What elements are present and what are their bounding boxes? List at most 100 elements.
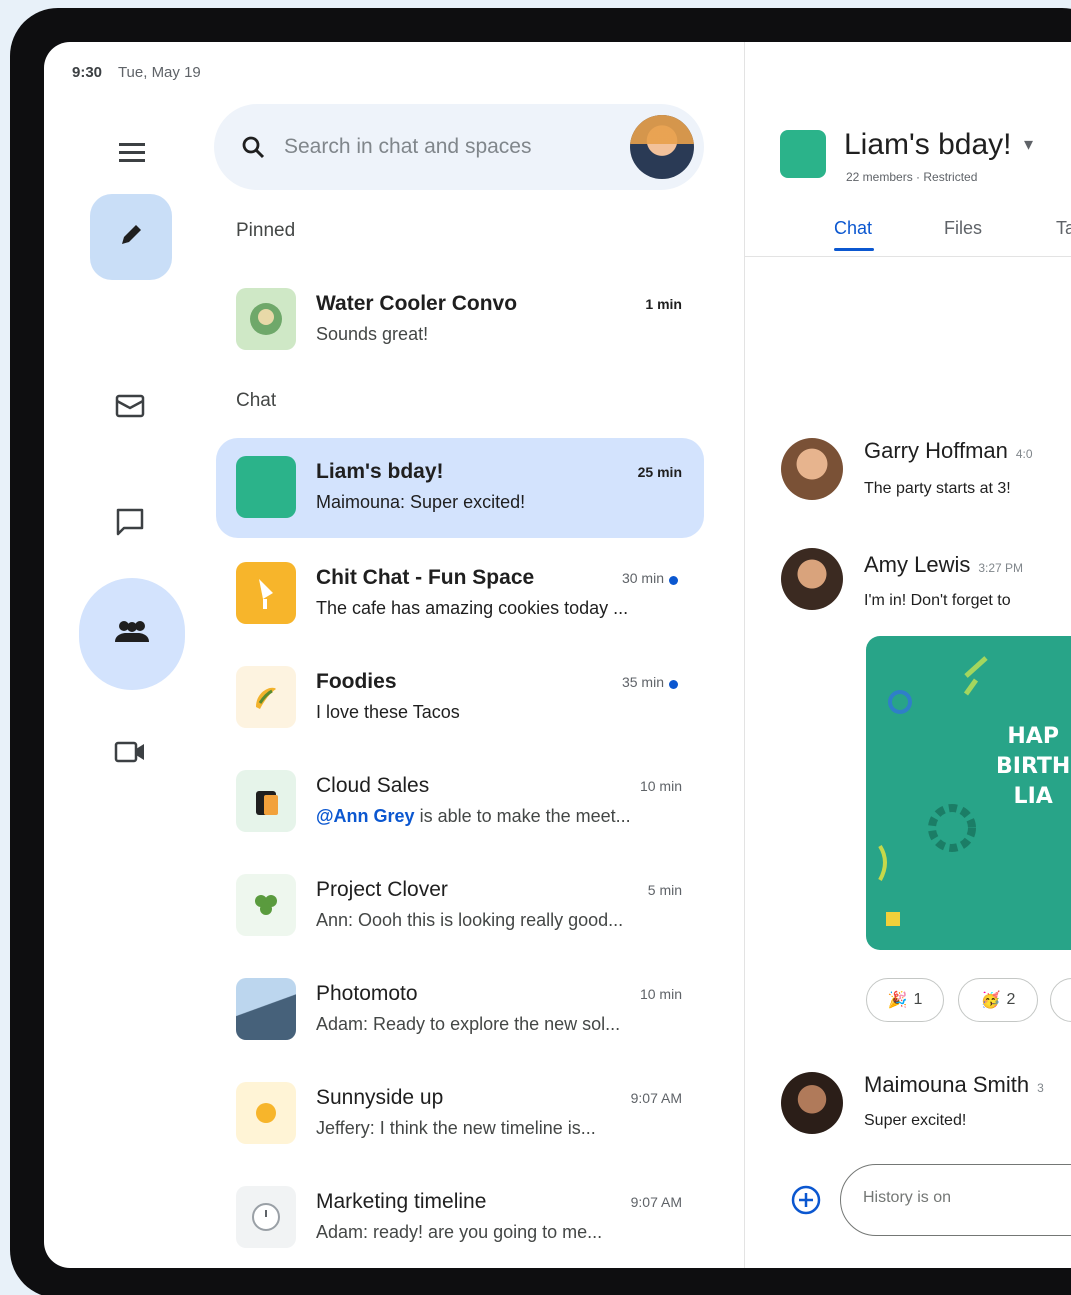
conversation-time: 35 min: [621, 674, 664, 690]
message-text: The party starts at 3!: [864, 480, 1011, 497]
conversation-time: 10 min: [639, 986, 682, 1002]
unread-dot: [669, 576, 678, 585]
conversation-title: Sunnyside up: [316, 1086, 444, 1109]
reaction-chip[interactable]: 🎉 1: [866, 978, 944, 1022]
conversation-item-marketing-timeline[interactable]: Marketing timeline 9:07 AM Adam: ready! …: [216, 1168, 704, 1268]
message-input[interactable]: [863, 1189, 1071, 1207]
reaction-count: 2: [1006, 991, 1016, 1008]
sender-name: Amy Lewis: [864, 552, 971, 577]
pinned-section-label: Pinned: [236, 220, 296, 241]
space-avatar: [236, 874, 296, 936]
tab-chat[interactable]: Chat: [834, 218, 872, 239]
conversation-item-cloud-sales[interactable]: Cloud Sales 10 min @Ann Grey is able to …: [216, 752, 704, 852]
unread-dot: [669, 680, 678, 689]
message-composer[interactable]: [840, 1164, 1071, 1236]
add-attachment-icon[interactable]: [790, 1184, 822, 1216]
conversation-snippet: Adam: ready! are you going to me...: [316, 1222, 603, 1242]
status-time: 9:30: [72, 64, 103, 81]
sender-name: Garry Hoffman: [864, 438, 1008, 463]
conversation-time: 9:07 AM: [630, 1194, 682, 1210]
space-avatar: [236, 770, 296, 832]
conversation-snippet: The cafe has amazing cookies today ...: [316, 598, 629, 618]
pane-divider: [744, 42, 745, 1268]
app-screen: 9:30 Tue, May 19 Pinned Water Cool: [44, 42, 1071, 1268]
chevron-down-icon[interactable]: ▾: [1024, 134, 1033, 155]
space-avatar: [236, 456, 296, 518]
conversation-title: Photomoto: [316, 982, 418, 1005]
message-sender: Maimouna Smith 3: [864, 1072, 1044, 1098]
conversation-snippet: Adam: Ready to explore the new sol...: [316, 1014, 621, 1034]
conversation-title: Liam's bday!: [316, 460, 444, 483]
reaction-count: 1: [913, 991, 923, 1008]
conversation-title: Marketing timeline: [316, 1190, 487, 1213]
space-avatar: [236, 562, 296, 624]
space-avatar: [236, 666, 296, 728]
menu-icon[interactable]: [108, 132, 156, 172]
message-time: 3: [1037, 1081, 1044, 1095]
status-date: Tue, May 19: [117, 64, 201, 81]
conversation-time: 5 min: [647, 882, 682, 898]
reaction-emoji: 🎉: [887, 992, 908, 1009]
conversation-item-photomoto[interactable]: Photomoto 10 min Adam: Ready to explore …: [216, 960, 704, 1060]
message-text: Super excited!: [864, 1112, 967, 1129]
space-meta: 22 members · Restricted: [846, 170, 978, 184]
pinned-conversation-item[interactable]: Water Cooler Convo 1 min Sounds great!: [216, 270, 704, 370]
reaction-emoji: 🥳: [980, 992, 1001, 1009]
conversation-time: 9:07 AM: [630, 1090, 682, 1106]
search-bar[interactable]: [214, 104, 704, 190]
conversation-item-project-clover[interactable]: Project Clover 5 min Ann: Oooh this is l…: [216, 856, 704, 956]
tab-divider: [744, 256, 1071, 257]
conversation-title: Chit Chat - Fun Space: [316, 566, 535, 589]
message-sender: Amy Lewis 3:27 PM: [864, 552, 1023, 578]
message-text: I'm in! Don't forget to: [864, 592, 1011, 609]
pencil-icon: [117, 221, 145, 254]
space-title[interactable]: Liam's bday!: [844, 128, 1011, 162]
account-avatar[interactable]: [630, 115, 694, 179]
conversation-item-sunnyside-up[interactable]: Sunnyside up 9:07 AM Jeffery: I think th…: [216, 1064, 704, 1164]
avatar[interactable]: [781, 438, 843, 500]
snippet-text: is able to make the meet...: [414, 806, 631, 826]
message-sender: Garry Hoffman 4:0: [864, 438, 1033, 464]
tab-files[interactable]: Files: [944, 218, 982, 239]
video-call-icon[interactable]: [106, 732, 154, 772]
sender-name: Maimouna Smith: [864, 1072, 1030, 1097]
people-group-icon: [112, 618, 152, 651]
conversation-time: 10 min: [639, 778, 682, 794]
space-avatar: [236, 1186, 296, 1248]
status-bar: 9:30 Tue, May 19: [72, 64, 201, 81]
conversation-snippet: Maimouna: Super excited!: [316, 492, 526, 512]
tab-tasks[interactable]: Ta: [1056, 218, 1071, 239]
conversation-snippet: @Ann Grey is able to make the meet...: [316, 806, 631, 827]
search-icon[interactable]: [236, 130, 270, 164]
conversation-title: Project Clover: [316, 878, 448, 901]
conversation-snippet: Jeffery: I think the new timeline is...: [316, 1118, 596, 1138]
conversation-title: Foodies: [316, 670, 397, 693]
space-avatar: [236, 978, 296, 1040]
conversation-time: 30 min: [621, 570, 664, 586]
search-input[interactable]: [284, 135, 604, 159]
active-tab-indicator: [834, 248, 874, 251]
card-greeting-text: HAP BIRTH LIA: [996, 724, 1071, 809]
conversation-title: Cloud Sales: [316, 774, 430, 797]
spaces-nav-button[interactable]: [79, 578, 185, 690]
space-avatar: [236, 288, 296, 350]
conversation-item-liams-bday[interactable]: Liam's bday! 25 min Maimouna: Super exci…: [216, 438, 704, 538]
avatar[interactable]: [781, 548, 843, 610]
conversation-time: 25 min: [637, 464, 682, 480]
message-time: 3:27 PM: [978, 561, 1024, 575]
conversation-item-foodies[interactable]: Foodies 35 min I love these Tacos: [216, 648, 704, 748]
conversation-time: 1 min: [645, 296, 682, 312]
avatar[interactable]: [781, 1072, 843, 1134]
reaction-chip[interactable]: 🥳 2: [958, 978, 1038, 1022]
conversation-title: Water Cooler Convo: [316, 292, 518, 315]
conversation-snippet: Sounds great!: [316, 324, 429, 344]
reaction-chip[interactable]: (: [1050, 978, 1071, 1022]
space-avatar: [236, 1082, 296, 1144]
mention[interactable]: @Ann Grey: [316, 806, 415, 826]
chat-icon[interactable]: [106, 500, 154, 544]
conversation-item-chit-chat[interactable]: Chit Chat - Fun Space 30 min The cafe ha…: [216, 544, 704, 644]
mail-icon[interactable]: [106, 386, 154, 426]
birthday-card-image[interactable]: HAP BIRTH LIA: [866, 636, 1071, 950]
compose-button[interactable]: [90, 194, 172, 280]
space-icon: [780, 130, 826, 178]
